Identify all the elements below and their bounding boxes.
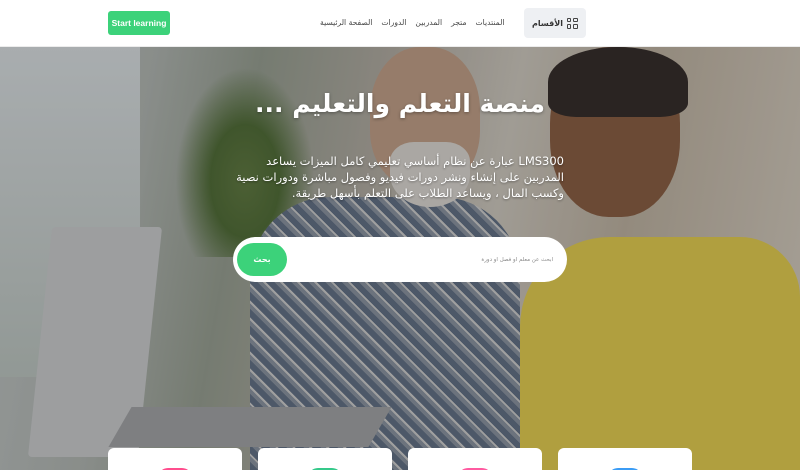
category-card[interactable] (558, 448, 692, 470)
category-card[interactable] (408, 448, 542, 470)
categories-button[interactable]: الأقسام (524, 8, 586, 38)
nav-item-home[interactable]: الصفحة الرئيسية (320, 15, 372, 31)
categories-label: الأقسام (532, 18, 563, 28)
nav-item-forums[interactable]: المنتديات (476, 15, 505, 31)
search-bar: بحث (233, 237, 567, 282)
category-card[interactable] (108, 448, 242, 470)
hero-title: منصة التعلم والتعليم ... (255, 89, 545, 118)
top-navbar: Start learning الصفحة الرئيسية الدورات ا… (0, 0, 800, 47)
start-learning-button[interactable]: Start learning (108, 11, 170, 35)
hero-description: LMS300 عبارة عن نظام أساسي تعليمي كامل ا… (236, 154, 564, 200)
nav-item-instructors[interactable]: المدربين (415, 15, 442, 31)
search-input[interactable] (293, 245, 557, 274)
nav-item-courses[interactable]: الدورات (381, 15, 406, 31)
search-button[interactable]: بحث (237, 243, 287, 276)
hero-section: منصة التعلم والتعليم ... LMS300 عبارة عن… (0, 47, 800, 470)
grid-icon (566, 17, 578, 29)
nav-item-store[interactable]: متجر (451, 15, 466, 31)
main-nav: الصفحة الرئيسية الدورات المدربين متجر ال… (320, 15, 508, 31)
category-card[interactable] (258, 448, 392, 470)
